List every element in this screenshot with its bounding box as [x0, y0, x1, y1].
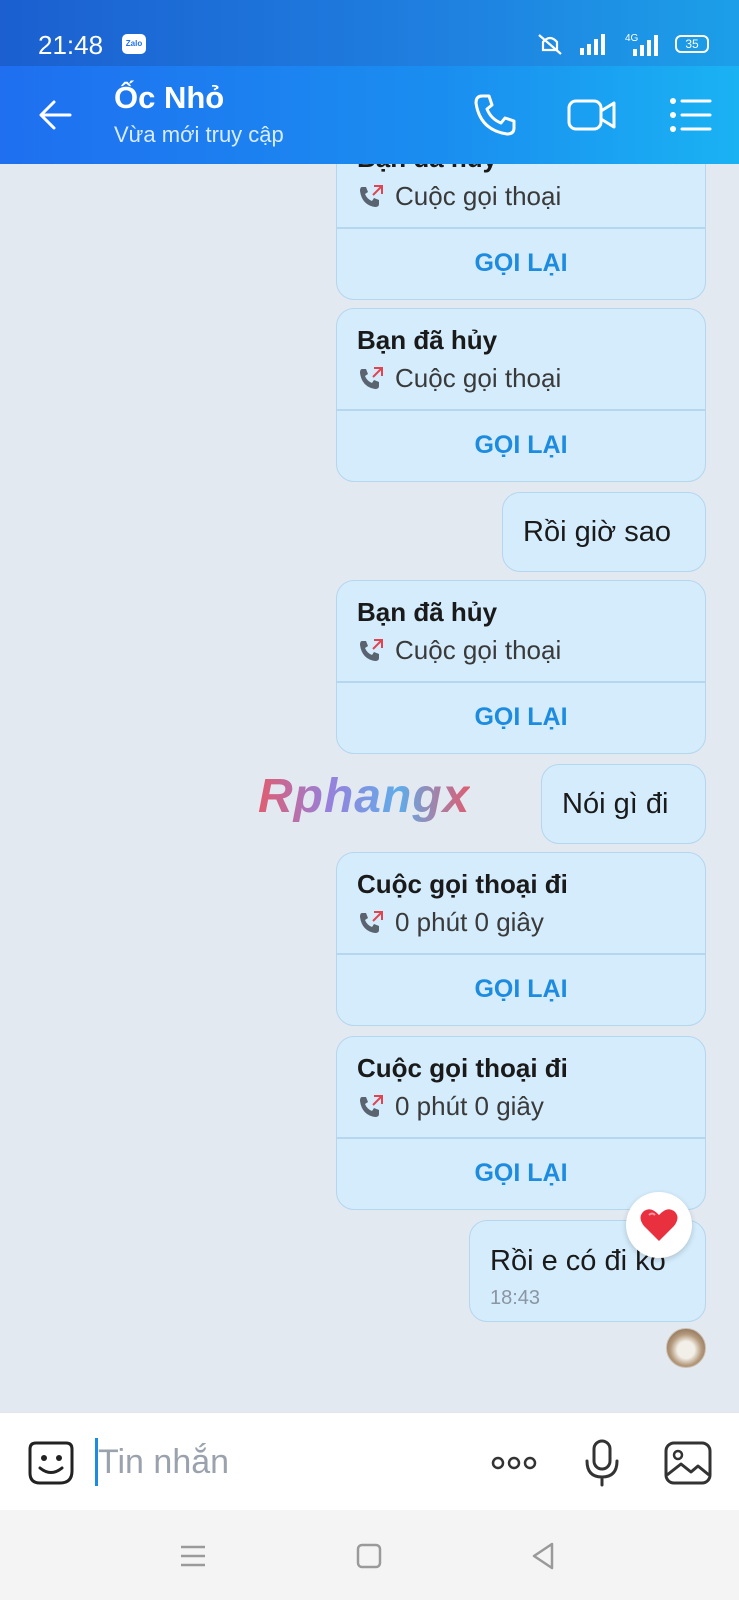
outgoing-call-icon: [360, 184, 383, 207]
call-message-card: Cuộc gọi thoại đi 0 phút 0 giây GỌI LẠI: [336, 852, 706, 1026]
outgoing-call-icon: [360, 638, 383, 661]
svg-text:4G: 4G: [625, 33, 639, 44]
battery-icon: 35: [675, 35, 709, 53]
call-detail-text: 0 phút 0 giây: [395, 907, 544, 937]
message-time: 18:43: [490, 1287, 541, 1309]
message-composer: [0, 1412, 739, 1510]
back-arrow-icon[interactable]: [34, 92, 80, 138]
contact-name[interactable]: Ốc Nhỏ: [114, 80, 224, 116]
outgoing-call-icon: [360, 1094, 383, 1117]
call-message-card: Cuộc gọi thoại đi 0 phút 0 giây GỌI LẠI: [336, 1036, 706, 1210]
signal-icon: [580, 34, 605, 55]
video-call-icon[interactable]: [566, 90, 618, 140]
zalo-notification-icon: Zalo: [122, 34, 146, 54]
call-message-card: Bạn đã hủy Cuộc gọi thoại GỌI LẠI: [336, 164, 706, 300]
call-detail: 0 phút 0 giây: [357, 1091, 544, 1122]
call-detail-text: 0 phút 0 giây: [395, 1091, 544, 1121]
call-back-button[interactable]: GỌI LẠI: [337, 227, 705, 299]
more-options-icon[interactable]: [488, 1437, 540, 1489]
system-navigation-bar: [0, 1510, 739, 1600]
image-gallery-icon[interactable]: [662, 1437, 714, 1489]
text-message-bubble[interactable]: Nói gì đi: [541, 764, 706, 844]
call-detail: Cuộc gọi thoại: [357, 635, 561, 666]
call-detail: Cuộc gọi thoại: [357, 181, 561, 212]
message-text: Nói gì đi: [562, 788, 669, 820]
status-time: 21:48: [38, 30, 104, 60]
menu-list-icon[interactable]: [666, 90, 716, 140]
home-icon[interactable]: [353, 1540, 385, 1572]
call-back-button[interactable]: GỌI LẠI: [337, 953, 705, 1025]
signal-4g-icon: 4G: [625, 33, 658, 56]
call-detail-text: Cuộc gọi thoại: [395, 181, 562, 211]
call-detail: Cuộc gọi thoại: [357, 363, 561, 394]
call-back-button[interactable]: GỌI LẠI: [337, 409, 705, 481]
message-input[interactable]: [98, 1435, 458, 1489]
chat-header: Ốc Nhỏ Vừa mới truy cập: [0, 66, 739, 164]
message-text: Rồi giờ sao: [523, 516, 671, 548]
outgoing-call-icon: [360, 910, 383, 933]
status-bar: 21:48 Zalo 4G 35: [0, 0, 739, 66]
call-status-title: Bạn đã hủy: [357, 325, 498, 355]
status-icons: 4G 35: [535, 30, 709, 58]
seen-avatar: [666, 1328, 706, 1368]
watermark-logo: Rphangx: [258, 770, 471, 823]
text-message-bubble[interactable]: Rồi giờ sao: [502, 492, 706, 572]
call-status-title: Cuộc gọi thoại đi: [357, 869, 568, 899]
call-detail-text: Cuộc gọi thoại: [395, 363, 562, 393]
heart-icon: [640, 1209, 678, 1241]
call-detail: 0 phút 0 giây: [357, 907, 544, 938]
recent-apps-icon[interactable]: [177, 1540, 209, 1572]
last-seen-status: Vừa mới truy cập: [114, 122, 284, 147]
mute-icon: [538, 34, 562, 55]
call-message-card: Bạn đã hủy Cuộc gọi thoại GỌI LẠI: [336, 580, 706, 754]
heart-reaction-button[interactable]: [626, 1192, 692, 1258]
emoji-sticker-icon[interactable]: [26, 1437, 76, 1487]
call-status-title: Cuộc gọi thoại đi: [357, 1053, 568, 1083]
call-status-title: Bạn đã hủy: [357, 597, 498, 627]
call-status-title: Bạn đã hủy: [357, 164, 497, 174]
call-back-button[interactable]: GỌI LẠI: [337, 681, 705, 753]
back-nav-icon[interactable]: [528, 1540, 560, 1572]
voice-call-icon[interactable]: [470, 90, 520, 140]
outgoing-call-icon: [360, 366, 383, 389]
microphone-icon[interactable]: [576, 1437, 628, 1489]
call-detail-text: Cuộc gọi thoại: [395, 635, 562, 665]
call-message-card: Bạn đã hủy Cuộc gọi thoại GỌI LẠI: [336, 308, 706, 482]
message-list[interactable]: Bạn đã hủy Cuộc gọi thoại GỌI LẠI Bạn đã…: [0, 164, 739, 1412]
